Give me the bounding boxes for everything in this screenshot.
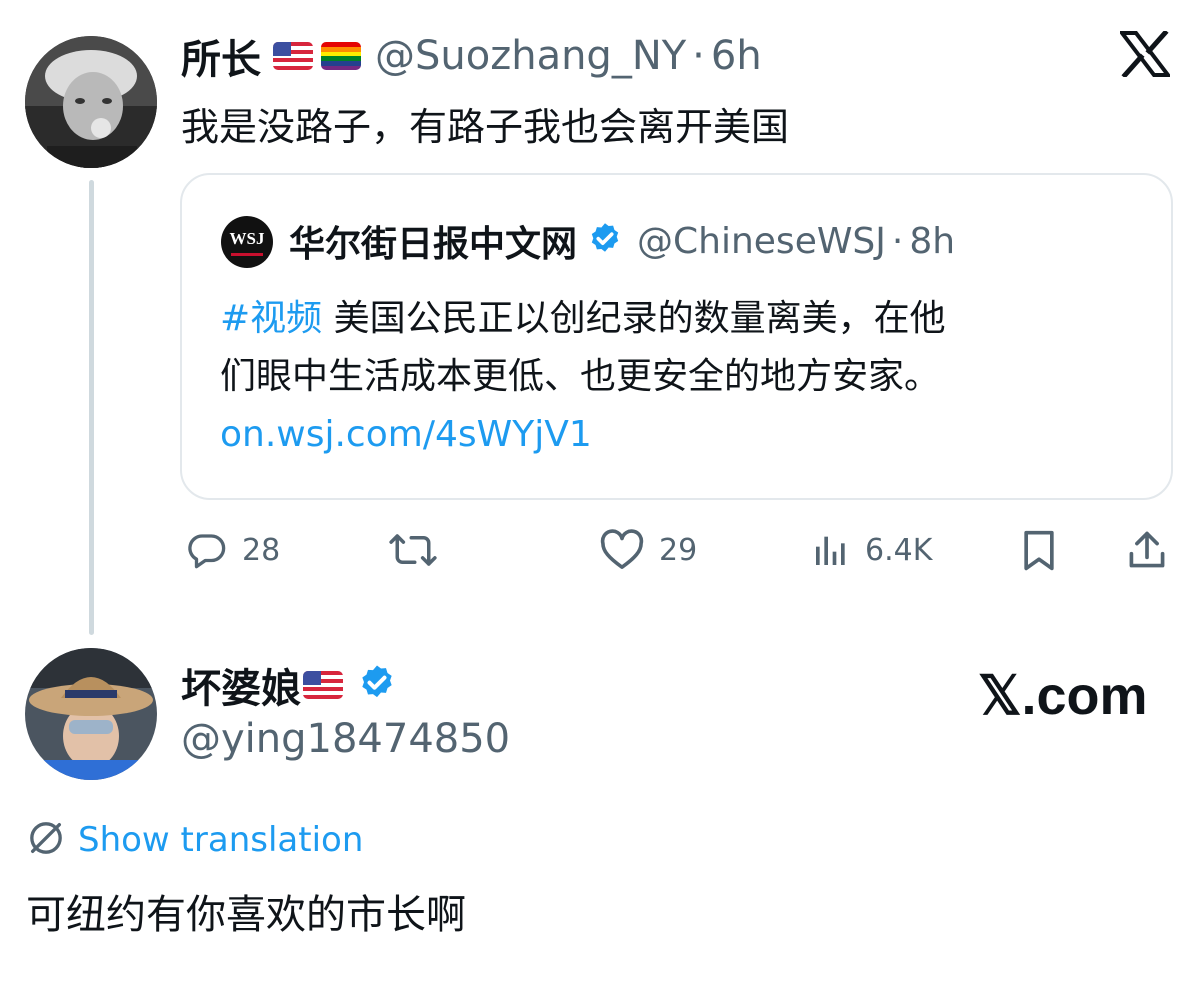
- quoted-url-link[interactable]: on.wsj.com/4sWYjV1: [220, 406, 1120, 464]
- quoted-text-line-2: 们眼中生活成本更低、也更安全的地方安家。: [220, 356, 941, 397]
- avatar-ying[interactable]: [25, 648, 157, 780]
- bookmark-icon: [1019, 529, 1059, 573]
- tweet-time[interactable]: 6h: [711, 33, 762, 79]
- x-com-watermark: 𝕏.com: [978, 666, 1148, 726]
- like-count: 29: [659, 532, 698, 568]
- quoted-text-line-1: #视频 美国公民正以创纪录的数量离美，在他: [220, 290, 1120, 348]
- verified-badge-icon: [357, 663, 397, 707]
- reply-text: 可纽约有你喜欢的市长啊: [26, 892, 466, 938]
- heart-icon: [599, 529, 645, 571]
- quoted-tweet-body: #视频 美国公民正以创纪录的数量离美，在他 们眼中生活成本更低、也更安全的地方安…: [220, 290, 1120, 464]
- thread-connector-line: [89, 180, 94, 635]
- rainbow-flag-icon: [321, 42, 361, 70]
- reply-icon: [186, 529, 228, 571]
- quoted-author-name[interactable]: 华尔街日报中文网: [289, 215, 577, 267]
- reply-count: 28: [242, 532, 281, 568]
- author-handle[interactable]: @Suozhang_NY: [375, 33, 686, 79]
- us-flag-icon: [303, 671, 343, 699]
- reply-author-name[interactable]: 坏婆娘: [181, 656, 301, 714]
- retweet-button[interactable]: [388, 526, 438, 574]
- reply-header: 坏婆娘: [181, 658, 397, 712]
- like-button[interactable]: 29: [599, 526, 697, 574]
- views-chart-icon: [811, 530, 851, 570]
- show-translation-label[interactable]: Show translation: [78, 820, 363, 860]
- quoted-tweet-header: 华尔街日报中文网 @ChineseWSJ · 8h: [289, 213, 955, 269]
- x-logo-icon[interactable]: [1117, 29, 1173, 81]
- view-count: 6.4K: [865, 532, 933, 568]
- retweet-icon: [388, 529, 438, 571]
- wsj-logo[interactable]: WSJ: [221, 216, 273, 268]
- quoted-author-handle[interactable]: @ChineseWSJ: [637, 221, 886, 262]
- quoted-tweet-time[interactable]: 8h: [909, 221, 955, 262]
- bookmark-button[interactable]: [1019, 527, 1059, 575]
- show-translation-button[interactable]: Show translation: [26, 816, 363, 864]
- reply-author-handle[interactable]: @ying18474850: [181, 716, 510, 762]
- quoted-text-line-1-content: 美国公民正以创纪录的数量离美，在他: [333, 298, 946, 339]
- translate-globe-icon: [26, 818, 66, 862]
- views-button[interactable]: 6.4K: [811, 526, 932, 574]
- dot-separator: ·: [891, 220, 904, 262]
- dot-separator: ·: [692, 33, 705, 79]
- tweet-header: 所长 @Suozhang_NY · 6h: [181, 27, 762, 85]
- author-name[interactable]: 所长: [181, 27, 261, 85]
- share-icon: [1125, 528, 1169, 572]
- avatar-suozhang[interactable]: [25, 36, 157, 168]
- tweet-text: 我是没路子，有路子我也会离开美国: [181, 105, 790, 149]
- us-flag-icon: [273, 42, 313, 70]
- share-button[interactable]: [1125, 526, 1169, 574]
- hashtag-link[interactable]: #视频: [220, 298, 322, 339]
- wsj-logo-stripe: [231, 253, 263, 256]
- reply-button[interactable]: 28: [186, 526, 280, 574]
- verified-badge-icon: [587, 221, 623, 261]
- wsj-logo-text: WSJ: [229, 229, 265, 248]
